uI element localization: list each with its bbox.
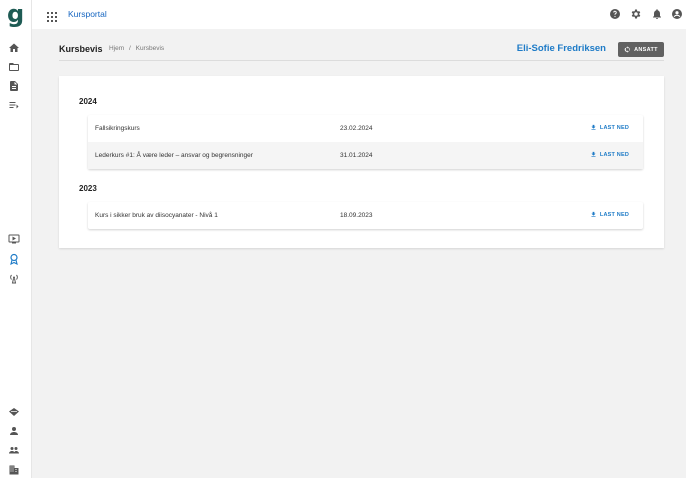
download-icon [591, 151, 596, 157]
apps-grid-icon[interactable] [47, 9, 57, 22]
breadcrumb-separator: / [128, 45, 131, 52]
list-item: Kurs i sikker bruk av diisocyanater - Ni… [88, 202, 643, 229]
account-icon[interactable] [671, 8, 683, 20]
diamond-icon[interactable] [8, 406, 20, 418]
download-label: LAST NED [599, 211, 629, 218]
year-heading: 2023 [79, 184, 97, 193]
course-name: Fallsikringskurs [95, 125, 140, 132]
course-date: 31.01.2024 [340, 152, 373, 159]
help-icon[interactable] [609, 8, 621, 20]
employee-button-label: ANSATT [634, 46, 658, 53]
download-button[interactable]: LAST NED [590, 211, 629, 218]
building-icon[interactable] [8, 464, 20, 476]
download-icon [591, 124, 596, 130]
course-list: Fallsikringskurs 23.02.2024 LAST NED Led… [88, 115, 643, 169]
course-name: Lederkurs #1: Å være leder – ansvar og b… [95, 152, 253, 159]
logo[interactable]: g [7, 1, 24, 27]
certificates-card: 2024 Fallsikringskurs 23.02.2024 LAST NE… [59, 76, 664, 248]
download-button[interactable]: LAST NED [590, 151, 629, 158]
download-button[interactable]: LAST NED [590, 124, 629, 131]
course-list: Kurs i sikker bruk av diisocyanater - Ni… [88, 202, 643, 229]
breadcrumb-home[interactable]: Hjem [109, 45, 124, 52]
monitor-icon[interactable] [8, 233, 20, 245]
user-name: Eli-Sofie Fredriksen [516, 43, 606, 54]
document-icon[interactable] [8, 80, 20, 92]
year-heading: 2024 [79, 97, 97, 106]
refresh-icon [624, 46, 630, 53]
employee-button[interactable]: ANSATT [618, 42, 664, 57]
broadcast-icon[interactable] [8, 272, 20, 284]
course-date: 18.09.2023 [340, 212, 373, 219]
page-header: Kursbevis Hjem / Kursbevis Eli-Sofie Fre… [59, 39, 664, 61]
person-icon[interactable] [8, 425, 20, 437]
course-date: 23.02.2024 [340, 125, 373, 132]
list-icon[interactable] [8, 99, 20, 111]
certificate-icon[interactable] [8, 253, 20, 265]
breadcrumb: Hjem / Kursbevis [109, 45, 167, 52]
bell-icon[interactable] [651, 8, 663, 20]
download-icon [591, 211, 596, 217]
list-item: Lederkurs #1: Å være leder – ansvar og b… [88, 142, 643, 169]
list-item: Fallsikringskurs 23.02.2024 LAST NED [88, 115, 643, 142]
settings-icon[interactable] [630, 8, 642, 20]
app-title[interactable]: Kursportal [68, 9, 107, 19]
course-name: Kurs i sikker bruk av diisocyanater - Ni… [95, 212, 218, 219]
breadcrumb-current: Kursbevis [135, 45, 165, 52]
sidebar: g [0, 0, 32, 478]
home-icon[interactable] [8, 42, 20, 54]
download-label: LAST NED [599, 124, 629, 131]
folder-icon[interactable] [8, 61, 20, 73]
group-icon[interactable] [8, 444, 20, 456]
page-title: Kursbevis [59, 44, 103, 54]
topbar: Kursportal [32, 0, 686, 29]
download-label: LAST NED [599, 151, 629, 158]
